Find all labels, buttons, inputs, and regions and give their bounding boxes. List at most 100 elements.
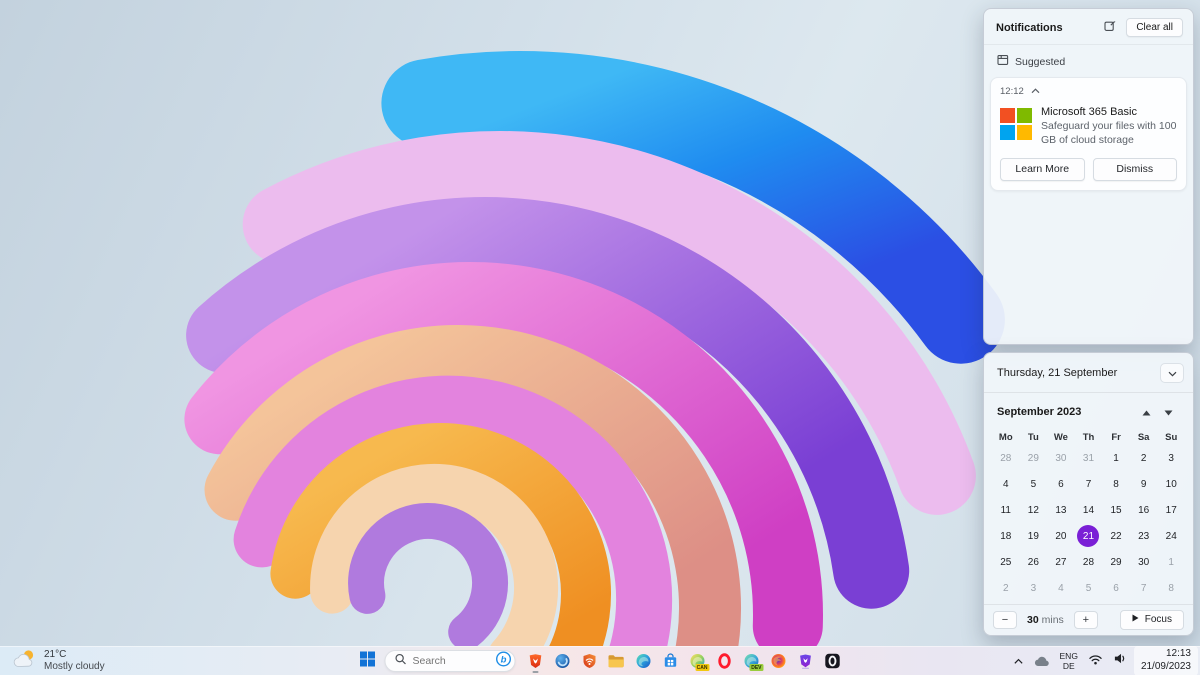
microsoft-store-icon[interactable]: [658, 648, 682, 674]
calendar-next-month-button[interactable]: [1157, 404, 1179, 420]
calendar-day[interactable]: 1: [1102, 445, 1130, 471]
brave-icon[interactable]: [523, 648, 547, 674]
calendar-day[interactable]: 28: [1075, 549, 1103, 575]
calendar-day[interactable]: 26: [1020, 549, 1048, 575]
calendar-day[interactable]: 14: [1075, 497, 1103, 523]
edge-dev-icon[interactable]: DEV: [739, 648, 763, 674]
dismiss-button[interactable]: Dismiss: [1093, 158, 1178, 181]
play-icon: [1132, 614, 1139, 625]
calendar-day[interactable]: 18: [992, 523, 1020, 549]
wifi-tray-button[interactable]: [1083, 648, 1108, 674]
calendar-day[interactable]: 7: [1075, 471, 1103, 497]
firefox-icon[interactable]: [766, 648, 790, 674]
calendar-day[interactable]: 27: [1047, 549, 1075, 575]
dark-o-app-icon[interactable]: [820, 648, 844, 674]
calendar-day[interactable]: 16: [1130, 497, 1158, 523]
purple-shield-app-icon[interactable]: [793, 648, 817, 674]
suggested-section-header: Suggested: [984, 45, 1193, 76]
calendar-day[interactable]: 6: [1047, 471, 1075, 497]
clear-all-button[interactable]: Clear all: [1126, 18, 1183, 37]
calendar-day[interactable]: 21: [1075, 523, 1103, 549]
notification-card[interactable]: 12:12 Microsoft 365 Basic Safeguard your…: [990, 77, 1187, 191]
speaker-icon: [1113, 652, 1127, 670]
edge-icon[interactable]: [631, 648, 655, 674]
calendar-day[interactable]: 30: [1130, 549, 1158, 575]
bing-icon: b: [496, 651, 512, 672]
calendar-day[interactable]: 1: [1157, 549, 1185, 575]
calendar-day[interactable]: 28: [992, 445, 1020, 471]
calendar-day[interactable]: 6: [1102, 575, 1130, 601]
calendar-flyout: Thursday, 21 September September 2023 Mo…: [983, 352, 1194, 636]
tray-date: 21/09/2023: [1141, 661, 1191, 674]
taskbar-search-box[interactable]: b: [385, 650, 516, 672]
calendar-day[interactable]: 19: [1020, 523, 1048, 549]
blue-globe-app-icon[interactable]: [550, 648, 574, 674]
calendar-day[interactable]: 29: [1102, 549, 1130, 575]
calendar-day[interactable]: 17: [1157, 497, 1185, 523]
chevron-up-icon: [1013, 652, 1024, 670]
windows-logo-icon: [360, 651, 376, 672]
focus-minus-button[interactable]: −: [993, 611, 1017, 629]
calendar-day[interactable]: 7: [1130, 575, 1158, 601]
calendar-day[interactable]: 24: [1157, 523, 1185, 549]
clock-tray-button[interactable]: 12:13 21/09/2023: [1134, 646, 1198, 675]
language-top: ENG: [1060, 651, 1078, 661]
language-indicator[interactable]: ENG DE: [1055, 648, 1083, 674]
calendar-day[interactable]: 11: [992, 497, 1020, 523]
notifications-title: Notifications: [996, 22, 1100, 34]
volume-tray-button[interactable]: [1108, 648, 1132, 674]
notification-settings-button[interactable]: [1100, 19, 1120, 36]
notification-settings-icon: [1104, 19, 1116, 37]
calendar-day[interactable]: 8: [1102, 471, 1130, 497]
weekday-label: We: [1047, 432, 1075, 443]
calendar-day[interactable]: 3: [1020, 575, 1048, 601]
chevron-down-icon: [1164, 403, 1173, 421]
calendar-day[interactable]: 2: [1130, 445, 1158, 471]
calendar-day[interactable]: 30: [1047, 445, 1075, 471]
calendar-prev-month-button[interactable]: [1135, 404, 1157, 420]
focus-plus-button[interactable]: +: [1074, 611, 1098, 629]
calendar-day[interactable]: 13: [1047, 497, 1075, 523]
calendar-day[interactable]: 5: [1020, 471, 1048, 497]
focus-duration-value: 30: [1027, 614, 1039, 626]
calendar-day[interactable]: 15: [1102, 497, 1130, 523]
calendar-day[interactable]: 23: [1130, 523, 1158, 549]
weekday-label: Sa: [1130, 432, 1158, 443]
start-button[interactable]: [355, 648, 381, 674]
search-input[interactable]: [413, 655, 490, 667]
focus-label: Focus: [1145, 614, 1172, 625]
calendar-collapse-button[interactable]: [1160, 363, 1184, 383]
calendar-day[interactable]: 22: [1102, 523, 1130, 549]
collapse-chevron-icon[interactable]: [1031, 86, 1040, 97]
calendar-day[interactable]: 29: [1020, 445, 1048, 471]
calendar-day[interactable]: 4: [992, 471, 1020, 497]
weather-text: 21°C Mostly cloudy: [44, 649, 105, 673]
calendar-day[interactable]: 3: [1157, 445, 1185, 471]
calendar-day[interactable]: 8: [1157, 575, 1185, 601]
shield-wifi-app-icon[interactable]: [577, 648, 601, 674]
calendar-day[interactable]: 4: [1047, 575, 1075, 601]
calendar-day[interactable]: 31: [1075, 445, 1103, 471]
calendar-day[interactable]: 12: [1020, 497, 1048, 523]
focus-start-button[interactable]: Focus: [1120, 610, 1184, 630]
weekday-label: Tu: [1020, 432, 1048, 443]
onedrive-tray-icon[interactable]: [1029, 648, 1055, 674]
file-explorer-icon[interactable]: [604, 648, 628, 674]
calendar-day[interactable]: 25: [992, 549, 1020, 575]
widgets-weather-button[interactable]: 21°C Mostly cloudy: [4, 647, 113, 675]
calendar-day[interactable]: 10: [1157, 471, 1185, 497]
ms-logo-yellow: [1017, 125, 1032, 140]
edge-canary-icon[interactable]: CAN: [685, 648, 709, 674]
tray-show-hidden-icons-button[interactable]: [1008, 648, 1029, 674]
opera-icon[interactable]: [712, 648, 736, 674]
suggested-label: Suggested: [1015, 56, 1065, 68]
focus-duration: 30 mins: [1027, 614, 1064, 626]
learn-more-button[interactable]: Learn More: [1000, 158, 1085, 181]
notification-center: Notifications Clear all Suggested 12:12: [983, 8, 1194, 345]
calendar-day[interactable]: 9: [1130, 471, 1158, 497]
calendar-day[interactable]: 2: [992, 575, 1020, 601]
notification-body: Safeguard your files with 100 GB of clou…: [1041, 120, 1177, 148]
calendar-day[interactable]: 5: [1075, 575, 1103, 601]
calendar-day[interactable]: 20: [1047, 523, 1075, 549]
tray-time: 12:13: [1141, 648, 1191, 661]
